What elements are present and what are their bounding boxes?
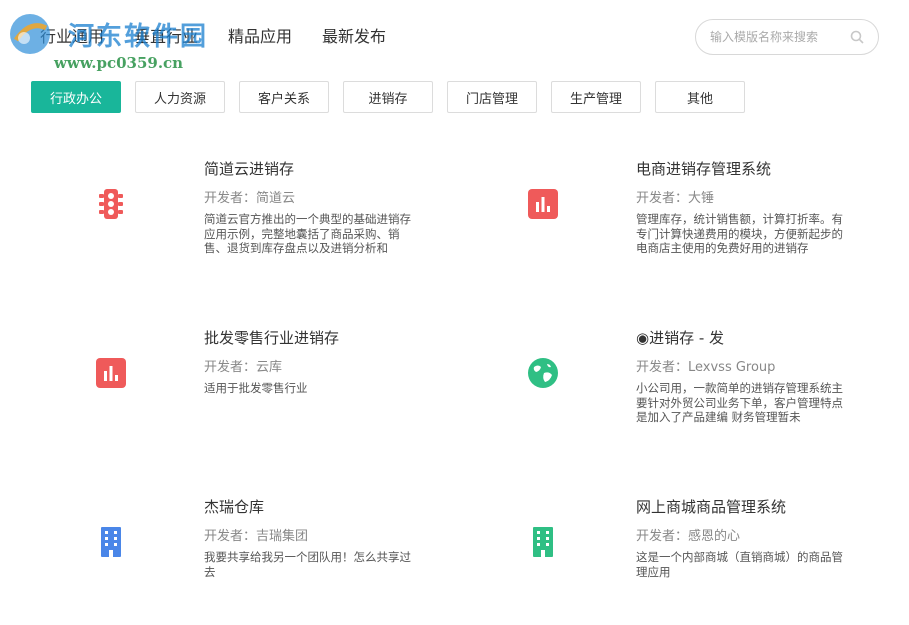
app-description: 这是一个内部商城（直销商城）的商品管理应用	[636, 550, 843, 579]
category-bar: 行政办公 人力资源 客户关系 进销存 门店管理 生产管理 其他	[31, 81, 759, 113]
app-title[interactable]: ◉进销存 - 发	[636, 327, 724, 348]
building-icon	[533, 527, 553, 557]
app-description: 管理库存，统计销售额，计算打折率。有专门计算快递费用的模块，方便新起步的电商店主…	[636, 212, 843, 255]
traffic-light-icon	[99, 189, 123, 219]
bar-chart-icon	[96, 358, 126, 388]
top-nav: 行业通用 垂直行业 精品应用 最新发布	[40, 22, 416, 48]
category-crm[interactable]: 客户关系	[239, 81, 329, 113]
app-title[interactable]: 简道云进销存	[204, 158, 294, 179]
app-card[interactable]: 电商进销存管理系统 开发者：大锤 管理库存，统计销售额，计算打折率。有专门计算快…	[522, 150, 909, 290]
app-card[interactable]: 杰瑞仓库 开发者：吉瑞集团 我要共享给我另一个团队用！怎么共享过去	[90, 488, 490, 625]
app-card[interactable]: 网上商城商品管理系统 开发者：感恩的心 这是一个内部商城（直销商城）的商品管理应…	[522, 488, 909, 625]
app-description: 适用于批发零售行业	[204, 381, 308, 395]
app-developer: 开发者：云库	[204, 360, 283, 375]
nav-item-latest[interactable]: 最新发布	[322, 23, 386, 47]
app-developer: 开发者：大锤	[636, 191, 715, 206]
app-description: 我要共享给我另一个团队用！怎么共享过去	[204, 550, 411, 579]
category-hr[interactable]: 人力资源	[135, 81, 225, 113]
category-admin-office[interactable]: 行政办公	[31, 81, 121, 113]
category-inventory[interactable]: 进销存	[343, 81, 433, 113]
app-developer: 开发者：Lexvss Group	[636, 360, 776, 375]
app-developer: 开发者：吉瑞集团	[204, 529, 309, 544]
nav-item-general[interactable]: 行业通用	[40, 23, 104, 47]
app-description: 简道云官方推出的一个典型的基础进销存应用示例，完整地囊括了商品采购、销售、退货到…	[204, 212, 411, 255]
globe-icon	[528, 358, 558, 388]
app-description: 小公司用，一款简单的进销存管理系统主要针对外贸公司业务下单，客户管理特点是加入了…	[636, 381, 843, 424]
app-title[interactable]: 杰瑞仓库	[204, 496, 264, 517]
search-box	[695, 19, 879, 55]
search-input[interactable]	[710, 20, 850, 54]
app-card[interactable]: ◉进销存 - 发 开发者：Lexvss Group 小公司用，一款简单的进销存管…	[522, 319, 909, 459]
building-icon	[101, 527, 121, 557]
app-card[interactable]: 简道云进销存 开发者：简道云 简道云官方推出的一个典型的基础进销存应用示例，完整…	[90, 150, 490, 290]
app-title[interactable]: 电商进销存管理系统	[636, 158, 771, 179]
app-developer: 开发者：简道云	[204, 191, 296, 206]
app-card[interactable]: 批发零售行业进销存 开发者：云库 适用于批发零售行业	[90, 319, 490, 459]
category-store[interactable]: 门店管理	[447, 81, 537, 113]
search-icon[interactable]	[850, 30, 864, 44]
app-title[interactable]: 网上商城商品管理系统	[636, 496, 786, 517]
category-production[interactable]: 生产管理	[551, 81, 641, 113]
nav-item-vertical[interactable]: 垂直行业	[134, 23, 198, 47]
nav-item-featured[interactable]: 精品应用	[228, 23, 292, 47]
watermark-url: www.pc0359.cn	[54, 54, 184, 72]
bar-chart-icon	[528, 189, 558, 219]
app-developer: 开发者：感恩的心	[636, 529, 741, 544]
app-title[interactable]: 批发零售行业进销存	[204, 327, 339, 348]
category-other[interactable]: 其他	[655, 81, 745, 113]
